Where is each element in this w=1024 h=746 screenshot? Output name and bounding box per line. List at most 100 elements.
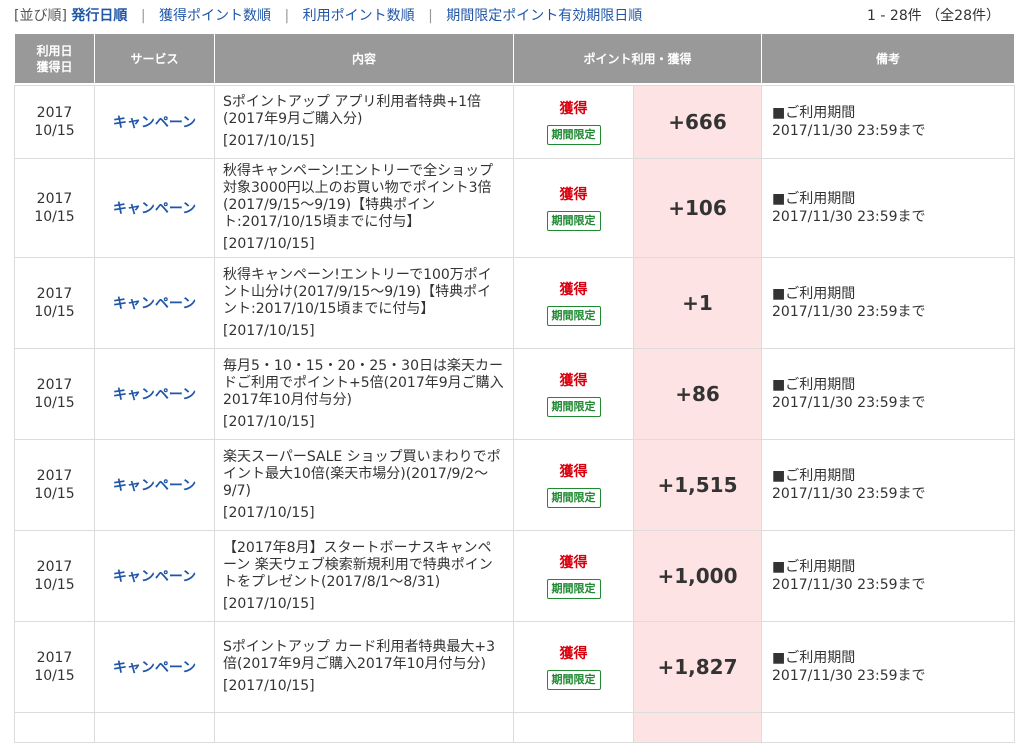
date-cell: 2017 10/15 (14, 85, 95, 159)
sort-separator: | (428, 8, 433, 24)
date-cell: 2017 10/15 (14, 348, 95, 440)
date-monthday: 10/15 (34, 668, 75, 684)
content-cell: Sポイントアップ アプリ利用者特典+1倍 (2017年9月ご購入分) [2017/… (214, 85, 514, 159)
content-date: [2017/10/15] (223, 236, 315, 252)
table-row: 2017 10/15 キャンペーン 秋得キャンペーン!エントリーで100万ポイント山分… (14, 257, 1016, 349)
service-cell: キャンペーン (94, 439, 215, 531)
content-cell: 秋得キャンペーン!エントリーで全ショップ対象3000円以上のお買い物でポイント3… (214, 158, 514, 258)
content-cell: Sポイントアップ カード利用者特典最大+3倍(2017年9月ご購入2017年10… (214, 621, 514, 713)
sort-separator: | (284, 8, 290, 24)
type-cell: 獲得 期間限定 (513, 348, 634, 440)
note-label: ■ご利用期間 (772, 105, 856, 121)
sort-bar: [並び順] 発行日順 | 獲得ポイント数順 | 利用ポイント数順 | 期間限定ポ… (14, 0, 1010, 32)
earned-label: 獲得 (559, 100, 588, 117)
content-text: 毎月5・10・15・20・25・30日は楽天カードご利用でポイント+5倍(201… (223, 357, 504, 408)
content-cell: 【2017年8月】スタートボーナスキャンペーン 楽天ウェブ検索新規利用で特典ポイ… (214, 530, 514, 622)
service-link[interactable]: キャンペーン (113, 387, 196, 403)
limited-badge: 期間限定 (546, 124, 601, 145)
type-cell: 獲得 期間限定 (513, 530, 634, 622)
note-label: ■ご利用期間 (772, 377, 856, 393)
content-cell: 毎月5・10・15・20・25・30日は楽天カードご利用でポイント+5倍(201… (214, 348, 514, 440)
note-expiry: 2017/11/30 23:59まで (772, 304, 926, 320)
date-cell: 2017 10/15 (14, 439, 95, 531)
note-expiry: 2017/11/30 23:59まで (772, 209, 926, 225)
note-label: ■ご利用期間 (772, 559, 856, 575)
note-expiry: 2017/11/30 23:59まで (772, 123, 926, 139)
sort-label: [並び順] (14, 8, 67, 24)
service-link[interactable]: キャンペーン (113, 478, 196, 494)
date-year: 2017 (36, 650, 73, 666)
date-year: 2017 (36, 191, 73, 207)
note-expiry: 2017/11/30 23:59まで (772, 577, 926, 593)
points-value: +666 (632, 85, 763, 159)
header-service: サービス (94, 33, 215, 84)
service-link[interactable]: キャンペーン (113, 660, 196, 676)
content-date: [2017/10/15] (223, 413, 315, 430)
table-row: 2017 10/15 キャンペーン 楽天スーパーSALE ショップ買いまわりでポイント… (14, 439, 1016, 531)
limited-badge: 期間限定 (546, 305, 601, 326)
service-cell: キャンペーン (94, 85, 215, 159)
limited-badge: 期間限定 (546, 487, 601, 508)
date-cell: 2017 10/15 (14, 158, 95, 258)
type-cell: 獲得 期間限定 (513, 621, 634, 713)
header-date: 利用日 獲得日 (14, 33, 95, 84)
type-cell: 獲得 期間限定 (513, 257, 634, 349)
limited-badge: 期間限定 (546, 578, 601, 599)
sort-options: [並び順] 発行日順 | 獲得ポイント数順 | 利用ポイント数順 | 期間限定ポ… (14, 7, 642, 25)
date-year: 2017 (36, 286, 73, 302)
content-date: [2017/10/15] (223, 133, 315, 149)
result-count: 1 - 28件 （全28件） (867, 8, 1000, 24)
table-row (14, 712, 1016, 743)
earned-label: 獲得 (559, 554, 588, 571)
date-year: 2017 (36, 559, 73, 575)
service-cell: キャンペーン (94, 257, 215, 349)
date-year: 2017 (36, 377, 73, 393)
table-header-row: 利用日 獲得日 サービス 内容 ポイント利用・獲得 備考 (14, 33, 1016, 84)
earned-label: 獲得 (559, 463, 588, 480)
service-link[interactable]: キャンペーン (113, 115, 196, 131)
service-cell: キャンペーン (94, 348, 215, 440)
table-row: 2017 10/15 キャンペーン 【2017年8月】スタートボーナスキャンペーン 楽… (14, 530, 1016, 622)
content-cell: 楽天スーパーSALE ショップ買いまわりでポイント最大10倍(楽天市場分)(20… (214, 439, 514, 531)
point-history-table: 利用日 獲得日 サービス 内容 ポイント利用・獲得 備考 2017 10/15 キャ… (14, 33, 1016, 743)
content-text: 秋得キャンペーン!エントリーで全ショップ対象3000円以上のお買い物でポイント3… (223, 163, 494, 230)
note-cell: ■ご利用期間 2017/11/30 23:59まで (761, 530, 1016, 622)
date-monthday: 10/15 (34, 395, 75, 411)
header-content: 内容 (214, 33, 514, 84)
service-cell: キャンペーン (94, 158, 215, 258)
sort-by-earned-points[interactable]: 獲得ポイント数順 (159, 8, 271, 24)
points-value: +1 (632, 257, 763, 349)
table-row: 2017 10/15 キャンペーン Sポイントアップ アプリ利用者特典+1倍 (201… (14, 85, 1016, 159)
sort-by-used-points[interactable]: 利用ポイント数順 (303, 8, 415, 24)
note-label: ■ご利用期間 (772, 191, 856, 207)
service-link[interactable]: キャンペーン (113, 569, 196, 585)
date-cell: 2017 10/15 (14, 257, 95, 349)
note-cell: ■ご利用期間 2017/11/30 23:59まで (761, 348, 1016, 440)
date-cell: 2017 10/15 (14, 621, 95, 713)
type-cell: 獲得 期間限定 (513, 158, 634, 258)
note-label: ■ご利用期間 (772, 468, 856, 484)
date-monthday: 10/15 (34, 304, 75, 320)
date-monthday: 10/15 (34, 123, 75, 139)
limited-badge: 期間限定 (546, 210, 601, 231)
table-row: 2017 10/15 キャンペーン Sポイントアップ カード利用者特典最大+3倍(20… (14, 621, 1016, 713)
content-text: 【2017年8月】スタートボーナスキャンペーン 楽天ウェブ検索新規利用で特典ポイ… (223, 539, 493, 590)
content-date: [2017/10/15] (223, 678, 315, 694)
note-cell: ■ご利用期間 2017/11/30 23:59まで (761, 257, 1016, 349)
sort-by-issue-date[interactable]: 発行日順 (71, 8, 127, 24)
limited-badge: 期間限定 (546, 669, 601, 690)
limited-badge: 期間限定 (546, 396, 601, 417)
points-value: +106 (632, 158, 763, 258)
earned-label: 獲得 (559, 645, 588, 662)
sort-by-expiry-date[interactable]: 期間限定ポイント有効期限日順 (446, 8, 642, 24)
note-expiry: 2017/11/30 23:59まで (772, 668, 926, 684)
note-expiry: 2017/11/30 23:59まで (772, 486, 926, 502)
date-monthday: 10/15 (34, 209, 75, 225)
content-cell: 秋得キャンペーン!エントリーで100万ポイント山分け(2017/9/15〜9/1… (214, 257, 514, 349)
service-link[interactable]: キャンペーン (113, 201, 196, 217)
content-date: [2017/10/15] (223, 595, 315, 612)
service-link[interactable]: キャンペーン (113, 296, 196, 312)
earned-label: 獲得 (559, 281, 588, 298)
note-cell: ■ご利用期間 2017/11/30 23:59まで (761, 85, 1016, 159)
date-year: 2017 (36, 468, 73, 484)
